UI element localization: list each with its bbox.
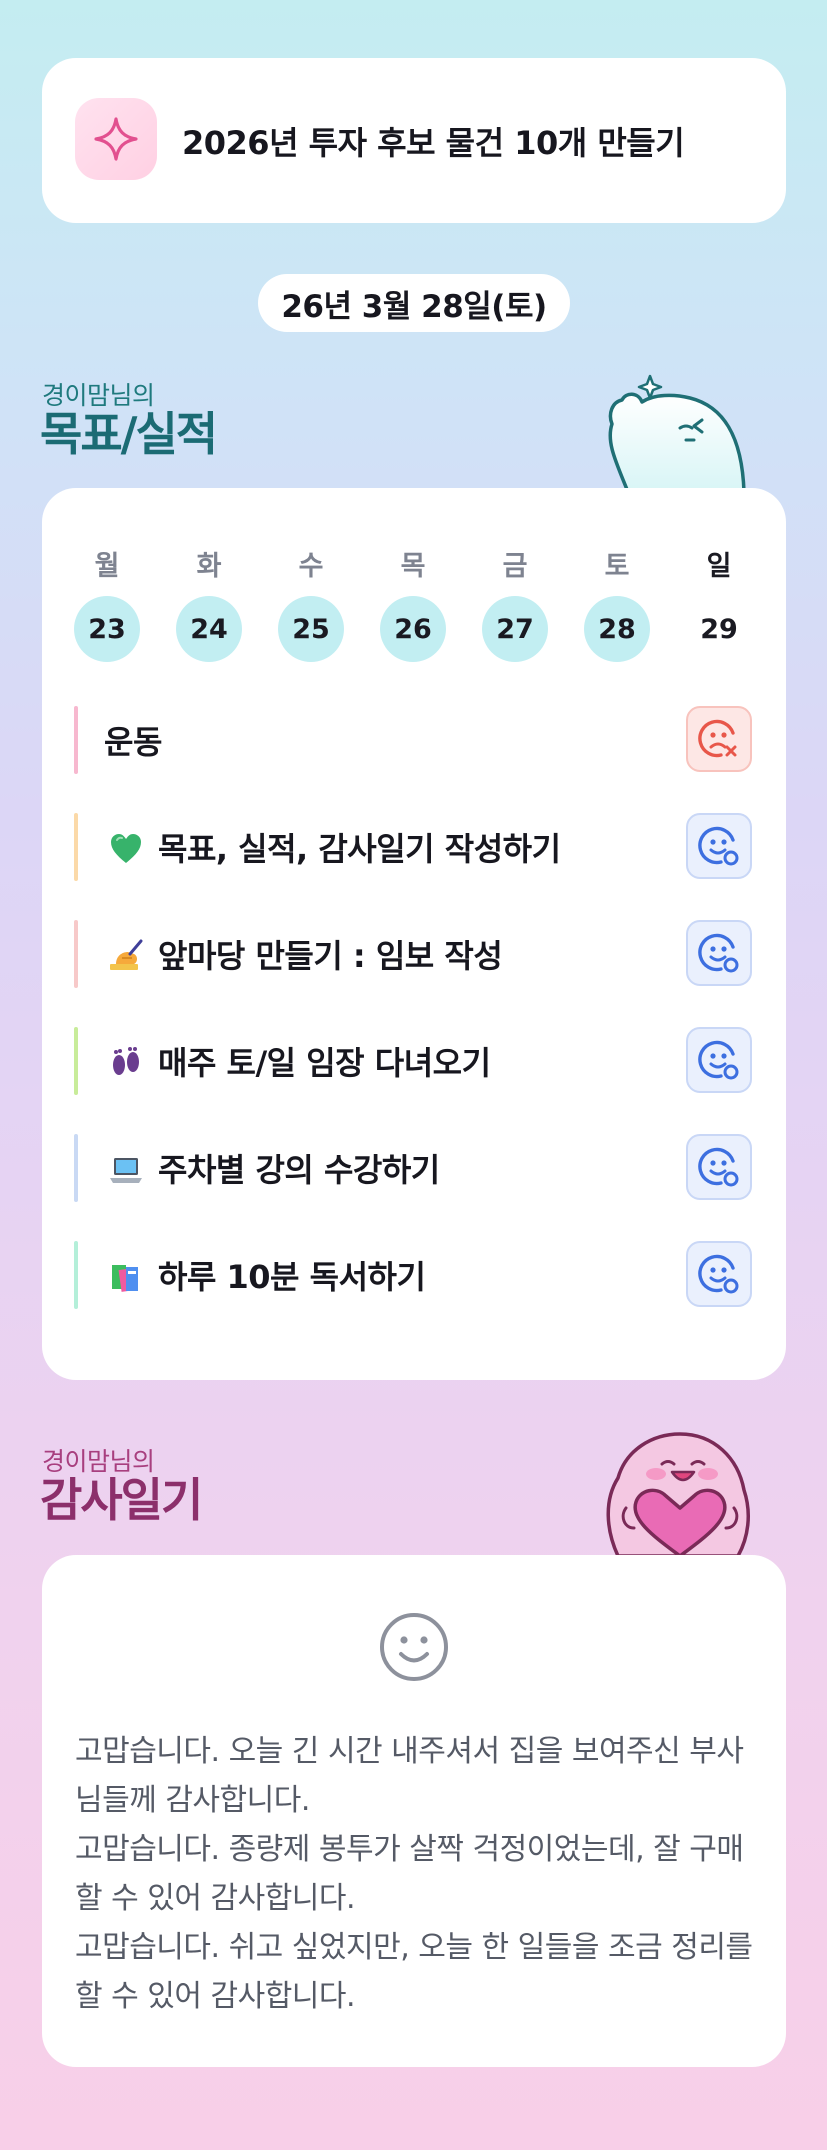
day-number[interactable]: 24 [176, 596, 242, 662]
diary-card: 고맙습니다. 오늘 긴 시간 내주셔서 집을 보여주신 부사님들께 감사합니다.… [42, 1555, 786, 2067]
task-status-done-button[interactable] [686, 920, 752, 986]
pink-character-icon [606, 1432, 750, 1556]
date-label[interactable]: 26년 3월 28일(토) [258, 274, 570, 332]
books-icon [108, 1259, 144, 1295]
task-color-bar [74, 920, 78, 988]
weekday-label: 화 [196, 551, 222, 582]
footprints-icon [108, 1045, 144, 1081]
task-row[interactable]: 하루 10분 독서하기 [74, 1241, 754, 1309]
task-color-bar [74, 1027, 78, 1095]
weekday-label: 일 [706, 551, 732, 582]
laptop-icon [108, 1152, 144, 1188]
task-color-bar [74, 706, 78, 774]
ghost-character-icon [608, 374, 746, 492]
smile-face-icon[interactable] [378, 1611, 450, 1683]
weekday-label: 목 [400, 551, 426, 582]
day-number[interactable]: 26 [380, 596, 446, 662]
task-label: 매주 토/일 임장 다녀오기 [158, 1044, 491, 1082]
task-color-bar [74, 1241, 78, 1309]
weekday-label: 수 [298, 551, 324, 582]
task-status-done-button[interactable] [686, 1134, 752, 1200]
task-row[interactable]: 주차별 강의 수강하기 [74, 1134, 754, 1202]
day-number[interactable]: 27 [482, 596, 548, 662]
day-number[interactable]: 25 [278, 596, 344, 662]
diary-text: 고맙습니다. 오늘 긴 시간 내주셔서 집을 보여주신 부사님들께 감사합니다.… [75, 1727, 765, 2021]
task-label: 운동 [104, 723, 162, 761]
task-label: 주차별 강의 수강하기 [158, 1151, 440, 1189]
day-number[interactable]: 23 [74, 596, 140, 662]
sparkle-icon [75, 98, 157, 180]
weekday-label: 월 [94, 551, 120, 582]
goals-card: 월 23 화 24 수 25 목 26 금 27 토 28 일 29 운동목표, 실적, 감사일기 작성하… [42, 488, 786, 1380]
task-row[interactable]: 운동 [74, 706, 754, 774]
day-number[interactable]: 29 [686, 596, 752, 662]
goal-text: 2026년 투자 후보 물건 10개 만들기 [182, 123, 685, 162]
task-status-done-button[interactable] [686, 1241, 752, 1307]
weekday-label: 토 [604, 551, 630, 582]
task-label: 목표, 실적, 감사일기 작성하기 [158, 830, 561, 868]
diary-line: 고맙습니다. 오늘 긴 시간 내주셔서 집을 보여주신 부사님들께 감사합니다. [75, 1734, 744, 1818]
task-row[interactable]: 목표, 실적, 감사일기 작성하기 [74, 813, 754, 881]
task-color-bar [74, 1134, 78, 1202]
weekday-label: 금 [502, 551, 528, 582]
day-number[interactable]: 28 [584, 596, 650, 662]
task-row[interactable]: 앞마당 만들기 : 임보 작성 [74, 920, 754, 988]
task-row[interactable]: 매주 토/일 임장 다녀오기 [74, 1027, 754, 1095]
goal-banner[interactable]: 2026년 투자 후보 물건 10개 만들기 [42, 58, 786, 223]
writing-hand-icon [108, 938, 144, 974]
task-status-done-button[interactable] [686, 813, 752, 879]
task-status-done-button[interactable] [686, 1027, 752, 1093]
task-label: 하루 10분 독서하기 [158, 1258, 426, 1296]
green-heart-icon [108, 831, 144, 867]
diary-line: 고맙습니다. 종량제 봉투가 살짝 걱정이었는데, 잘 구매할 수 있어 감사합… [75, 1832, 744, 1916]
diary-section-title: 감사일기 [40, 1473, 203, 1527]
task-status-missed-button[interactable] [686, 706, 752, 772]
task-color-bar [74, 813, 78, 881]
goals-section-title: 목표/실적 [40, 407, 218, 461]
diary-line: 고맙습니다. 쉬고 싶었지만, 오늘 한 일들을 조금 정리를 할 수 있어 감… [75, 1930, 753, 2014]
task-label: 앞마당 만들기 : 임보 작성 [158, 937, 503, 975]
